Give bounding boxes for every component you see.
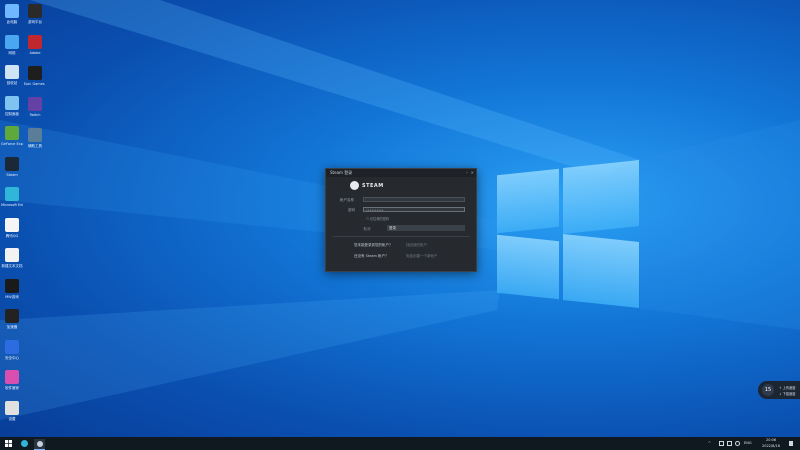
desktop-shortcut-label: 游戏平台 bbox=[28, 20, 42, 24]
clock-time[interactable]: 20:06 bbox=[766, 438, 776, 442]
desktop-shortcut-label: 设置 bbox=[8, 416, 16, 421]
nvidia-icon bbox=[5, 126, 19, 140]
game-icon bbox=[5, 278, 19, 293]
steam-logo-icon bbox=[350, 181, 359, 190]
signup-question: 还没有 Steam 帐户？ bbox=[354, 254, 389, 258]
desktop-shortcut[interactable]: 网络 bbox=[1, 34, 23, 55]
adobe-icon bbox=[28, 35, 42, 49]
steam-login-dialog: Steam 登录 – × STEAM 帐户名称 密码 •••••••••• ☐ … bbox=[325, 168, 477, 272]
desktop-shortcut[interactable]: 辅助工具 bbox=[24, 128, 46, 148]
desktop-shortcut-label: 回收站 bbox=[6, 81, 18, 85]
remember-checkbox[interactable]: ☐ 记住我的密码 bbox=[366, 216, 389, 221]
steam-icon bbox=[5, 156, 19, 171]
help-question: 您未能登录到您的帐户？ bbox=[354, 243, 393, 247]
steam-brand: STEAM bbox=[350, 181, 384, 190]
computer-icon bbox=[5, 4, 19, 18]
desktop-shortcut-label: 软件管家 bbox=[5, 386, 19, 390]
desktop-shortcut-label: Microsoft Edge bbox=[1, 203, 23, 207]
desktop-shortcut-label: 网络 bbox=[8, 50, 16, 55]
dialog-title: Steam 登录 bbox=[330, 170, 353, 175]
edge-taskbar-icon[interactable] bbox=[21, 440, 28, 447]
cancel-button[interactable]: 取消 bbox=[356, 226, 378, 232]
language-indicator[interactable]: ENG bbox=[744, 441, 752, 445]
network-icon[interactable] bbox=[727, 441, 732, 446]
windows-start-icon[interactable] bbox=[5, 440, 12, 447]
desktop-shortcut-label: GeForce Experience bbox=[1, 142, 23, 146]
desktop-shortcut[interactable]: 游戏平台 bbox=[24, 4, 46, 24]
divider bbox=[332, 236, 470, 237]
desktop-shortcut-label: 辅助工具 bbox=[28, 144, 42, 148]
username-field[interactable] bbox=[363, 197, 465, 202]
steam-icon bbox=[36, 441, 43, 447]
speed-widget[interactable]: 15 ↑ 上传速度 ↓ 下载速度 bbox=[758, 381, 800, 399]
desktop-shortcut[interactable]: 回收站 bbox=[1, 65, 23, 85]
control-panel-icon bbox=[5, 95, 19, 110]
desktop-shortcut-label: 安全中心 bbox=[5, 355, 19, 360]
notification-icon[interactable] bbox=[789, 441, 793, 446]
desktop-shortcut-label: 腾讯QQ bbox=[5, 233, 19, 238]
epic-games-icon bbox=[28, 66, 42, 80]
recycle-bin-icon bbox=[5, 65, 19, 79]
desktop-shortcut[interactable]: 设置 bbox=[1, 400, 23, 421]
login-button[interactable]: 登录 bbox=[387, 225, 465, 231]
desktop-shortcut-label: MW游戏 bbox=[5, 294, 19, 299]
desktop-shortcut[interactable]: 加速器 bbox=[1, 309, 23, 329]
username-label: 帐户名称 bbox=[340, 198, 354, 202]
steam-wordmark: STEAM bbox=[362, 182, 384, 189]
game-platform-icon bbox=[28, 4, 42, 18]
desktop-shortcut[interactable]: 控制面板 bbox=[1, 95, 23, 116]
desktop-shortcut-label: Epic Games Launcher bbox=[24, 82, 46, 86]
tool-icon bbox=[28, 128, 42, 142]
minimize-icon[interactable]: – bbox=[466, 170, 468, 175]
edge-icon bbox=[5, 187, 19, 201]
desktop-shortcut[interactable]: Twitch bbox=[24, 97, 46, 117]
desktop-shortcut-label: 加速器 bbox=[6, 325, 18, 329]
qq-icon bbox=[5, 217, 19, 232]
close-icon[interactable]: × bbox=[471, 170, 474, 175]
download-speed: ↓ 下载速度 bbox=[779, 392, 796, 396]
create-account-link[interactable]: 免费创建一个新帐户 bbox=[406, 254, 438, 259]
remember-label: 记住我的密码 bbox=[369, 217, 389, 221]
app-store-icon bbox=[5, 370, 19, 384]
dialog-titlebar[interactable]: Steam 登录 – × bbox=[326, 169, 476, 177]
desktop-shortcut[interactable]: 腾讯QQ bbox=[1, 217, 23, 238]
desktop-shortcut-label: 控制面板 bbox=[5, 111, 19, 116]
tray-chevron-icon[interactable]: ^ bbox=[708, 441, 711, 445]
upload-speed: ↑ 上传速度 bbox=[779, 386, 796, 390]
desktop-shortcut[interactable]: 此电脑 bbox=[1, 4, 23, 24]
desktop-shortcut[interactable]: MW游戏 bbox=[1, 278, 23, 299]
desktop-shortcut-label: 新建文本文档 bbox=[1, 264, 23, 268]
speed-widget-number: 15 bbox=[762, 384, 774, 396]
accelerator-icon bbox=[5, 309, 19, 323]
desktop-shortcut-label: Steam bbox=[6, 172, 18, 177]
volume-icon[interactable] bbox=[735, 441, 740, 446]
password-field[interactable]: •••••••••• bbox=[363, 207, 465, 212]
clock-date[interactable]: 2022/8/16 bbox=[762, 444, 780, 448]
desktop-shortcut[interactable]: Epic Games Launcher bbox=[24, 66, 46, 86]
desktop-shortcut[interactable]: 软件管家 bbox=[1, 370, 23, 390]
desktop-shortcut[interactable]: GeForce Experience bbox=[1, 126, 23, 146]
tray-app-icon[interactable] bbox=[719, 441, 724, 446]
desktop-shortcut-label: Adobe bbox=[29, 51, 41, 55]
desktop-shortcut[interactable]: Microsoft Edge bbox=[1, 187, 23, 207]
desktop-shortcut-label: 此电脑 bbox=[6, 20, 18, 24]
shield-icon bbox=[5, 339, 19, 354]
settings-icon bbox=[5, 400, 19, 415]
desktop-shortcut-label: Twitch bbox=[29, 113, 41, 117]
recover-account-link[interactable]: 找回我的帐户 bbox=[406, 243, 427, 248]
desktop-shortcut[interactable]: Steam bbox=[1, 156, 23, 177]
text-document-icon bbox=[5, 248, 19, 262]
windows-logo bbox=[497, 158, 643, 308]
twitch-icon bbox=[28, 97, 42, 111]
password-label: 密码 bbox=[348, 208, 355, 212]
steam-taskbar-button[interactable] bbox=[34, 439, 45, 450]
desktop-shortcut[interactable]: Adobe bbox=[24, 35, 46, 55]
desktop-shortcut[interactable]: 安全中心 bbox=[1, 339, 23, 360]
taskbar: ^ ENG 20:06 2022/8/16 bbox=[0, 437, 800, 450]
desktop-shortcut[interactable]: 新建文本文档 bbox=[1, 248, 23, 268]
network-icon bbox=[5, 34, 19, 49]
